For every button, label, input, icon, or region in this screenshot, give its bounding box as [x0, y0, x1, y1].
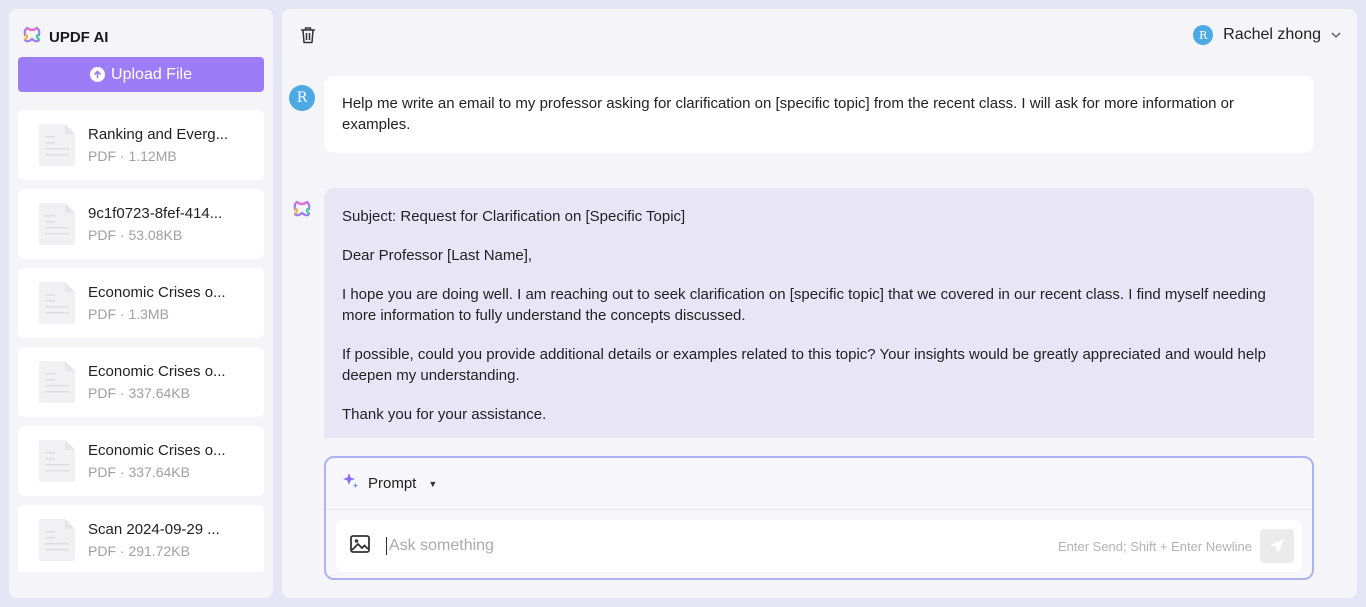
sidebar: UPDF AI Upload File Ranking and Everg...… [9, 9, 273, 598]
upload-arrow-icon [90, 67, 106, 82]
trash-icon[interactable] [300, 26, 316, 49]
user-message: Help me write an email to my professor a… [324, 76, 1314, 153]
ai-message-paragraph: Dear Professor [Last Name], [342, 247, 533, 264]
ai-logo-icon [293, 200, 311, 223]
user-menu[interactable]: R Rachel zhong [1193, 25, 1341, 45]
document-icon [39, 124, 75, 166]
user-avatar: R [1193, 25, 1214, 45]
brand: UPDF AI [23, 26, 108, 49]
image-upload-icon[interactable] [350, 534, 370, 558]
file-meta: PDF · 1.3MB [88, 306, 169, 322]
document-icon [39, 282, 75, 324]
file-item[interactable]: Economic Crises o... PDF · 337.64KB [18, 426, 264, 496]
user-name: Rachel zhong [1223, 26, 1321, 43]
composer: Prompt ▼ Enter Send; Shift + Enter Newli… [324, 456, 1314, 580]
input-row: Enter Send; Shift + Enter Newline [336, 520, 1302, 572]
send-button[interactable] [1260, 529, 1294, 563]
file-item[interactable]: Ranking and Everg... PDF · 1.12MB [18, 110, 264, 180]
chat-panel: R Rachel zhong R Help me write an email … [282, 9, 1357, 598]
document-icon [39, 203, 75, 245]
user-message-avatar: R [289, 85, 315, 111]
upload-file-button[interactable]: Upload File [18, 57, 264, 92]
prompt-label: Prompt [368, 475, 417, 492]
file-meta: PDF · 337.64KB [88, 464, 190, 480]
ai-message-paragraph: I hope you are doing well. I am reaching… [342, 286, 1266, 324]
file-name: Economic Crises o... [88, 284, 226, 301]
file-name: Economic Crises o... [88, 363, 226, 380]
ai-message-paragraph: Subject: Request for Clarification on [S… [342, 208, 686, 225]
chevron-down-icon [1331, 30, 1341, 41]
ai-message-paragraph: Thank you for your assistance. [342, 406, 547, 423]
file-list[interactable]: Ranking and Everg... PDF · 1.12MB 9c1f072… [18, 110, 264, 572]
updf-logo-icon [23, 26, 41, 49]
keyboard-hint: Enter Send; Shift + Enter Newline [1057, 538, 1252, 554]
file-meta: PDF · 53.08KB [88, 227, 183, 243]
file-meta: PDF · 1.12MB [88, 148, 177, 164]
ai-message: Subject: Request for Clarification on [S… [324, 188, 1314, 438]
prompt-selector[interactable]: Prompt ▼ [326, 458, 1312, 510]
file-item[interactable]: Scan 2024-09-29 ... PDF · 291.72KB [18, 505, 264, 572]
caret-down-icon: ▼ [428, 478, 438, 489]
document-icon [39, 440, 75, 482]
sparkle-icon [342, 472, 360, 495]
file-meta: PDF · 291.72KB [88, 543, 190, 559]
ai-message-paragraph: If possible, could you provide additiona… [342, 346, 1266, 384]
file-name: 9c1f0723-8fef-414... [88, 205, 223, 222]
file-name: Ranking and Everg... [88, 126, 229, 143]
ask-input[interactable] [386, 537, 986, 555]
file-item[interactable]: Economic Crises o... PDF · 337.64KB [18, 347, 264, 417]
document-icon [39, 519, 75, 561]
file-item[interactable]: Economic Crises o... PDF · 1.3MB [18, 268, 264, 338]
send-icon [1270, 539, 1284, 553]
file-name: Economic Crises o... [88, 442, 226, 459]
document-icon [39, 361, 75, 403]
file-meta: PDF · 337.64KB [88, 385, 190, 401]
file-item[interactable]: 9c1f0723-8fef-414... PDF · 53.08KB [18, 189, 264, 259]
file-name: Scan 2024-09-29 ... [88, 521, 220, 538]
upload-file-label: Upload File [111, 65, 192, 83]
brand-name: UPDF AI [49, 29, 109, 46]
